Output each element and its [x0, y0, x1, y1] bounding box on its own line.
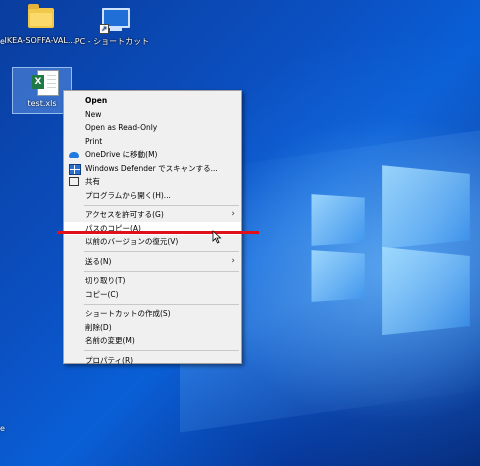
menu-item-send-to[interactable]: 送る(N) ›	[64, 255, 241, 269]
menu-item-label: OneDrive に移動(M)	[85, 150, 158, 159]
menu-item-rename[interactable]: 名前の変更(M)	[64, 334, 241, 348]
menu-item-onedrive[interactable]: OneDrive に移動(M)	[64, 148, 241, 162]
menu-separator	[84, 350, 239, 351]
desktop-icon-label: IKEA-SOFFA-VAL...	[4, 36, 76, 45]
share-icon	[69, 177, 79, 186]
menu-separator	[84, 251, 239, 252]
menu-item-share[interactable]: 共有	[64, 175, 241, 189]
mouse-cursor-icon	[212, 230, 222, 244]
desktop-icon-ikea-folder[interactable]: IKEA-SOFFA-VAL...	[0, 4, 80, 45]
desktop-icon-pc-shortcut[interactable]: ↗ PC - ショートカット	[72, 6, 152, 47]
onedrive-cloud-icon	[69, 152, 79, 158]
menu-item-defender-scan[interactable]: Windows Defender でスキャンする...	[64, 162, 241, 176]
chevron-right-icon: ›	[231, 209, 235, 219]
menu-item-create-shortcut[interactable]: ショートカットの作成(S)	[64, 307, 241, 321]
menu-item-new[interactable]: New	[64, 108, 241, 122]
menu-item-give-access[interactable]: アクセスを許可する(G) ›	[64, 208, 241, 222]
menu-item-cut[interactable]: 切り取り(T)	[64, 274, 241, 288]
folder-icon	[28, 4, 54, 28]
menu-item-open-with[interactable]: プログラムから開く(H)...	[64, 189, 241, 203]
edge-label-bottom: e	[0, 424, 5, 433]
menu-separator	[84, 204, 239, 206]
shortcut-arrow-icon: ↗	[99, 24, 109, 34]
menu-item-open[interactable]: Open	[64, 94, 241, 108]
windows-defender-icon	[69, 163, 81, 175]
menu-item-label: 共有	[85, 177, 100, 186]
menu-item-label: アクセスを許可する(G)	[85, 210, 164, 219]
menu-item-print[interactable]: Print	[64, 135, 241, 149]
windows-logo-wallpaper	[300, 160, 480, 336]
menu-item-label: Windows Defender でスキャンする...	[85, 163, 218, 173]
context-menu: Open New Open as Read-Only Print OneDriv…	[63, 90, 242, 365]
desktop: { "desktop": { "icons": [ {"label": "IKE…	[0, 0, 480, 466]
menu-separator	[84, 303, 239, 305]
chevron-right-icon: ›	[231, 255, 235, 266]
menu-item-properties[interactable]: プロパティ(R)	[64, 354, 241, 368]
annotation-red-underline	[57, 231, 259, 234]
desktop-icon-label: PC - ショートカット	[74, 37, 150, 46]
menu-item-copy[interactable]: コピー(C)	[64, 288, 241, 302]
menu-item-label: 送る(N)	[85, 256, 112, 266]
menu-separator	[84, 270, 239, 272]
excel-file-icon	[32, 70, 59, 96]
menu-item-open-read-only[interactable]: Open as Read-Only	[64, 121, 241, 135]
menu-item-delete[interactable]: 削除(D)	[64, 321, 241, 335]
